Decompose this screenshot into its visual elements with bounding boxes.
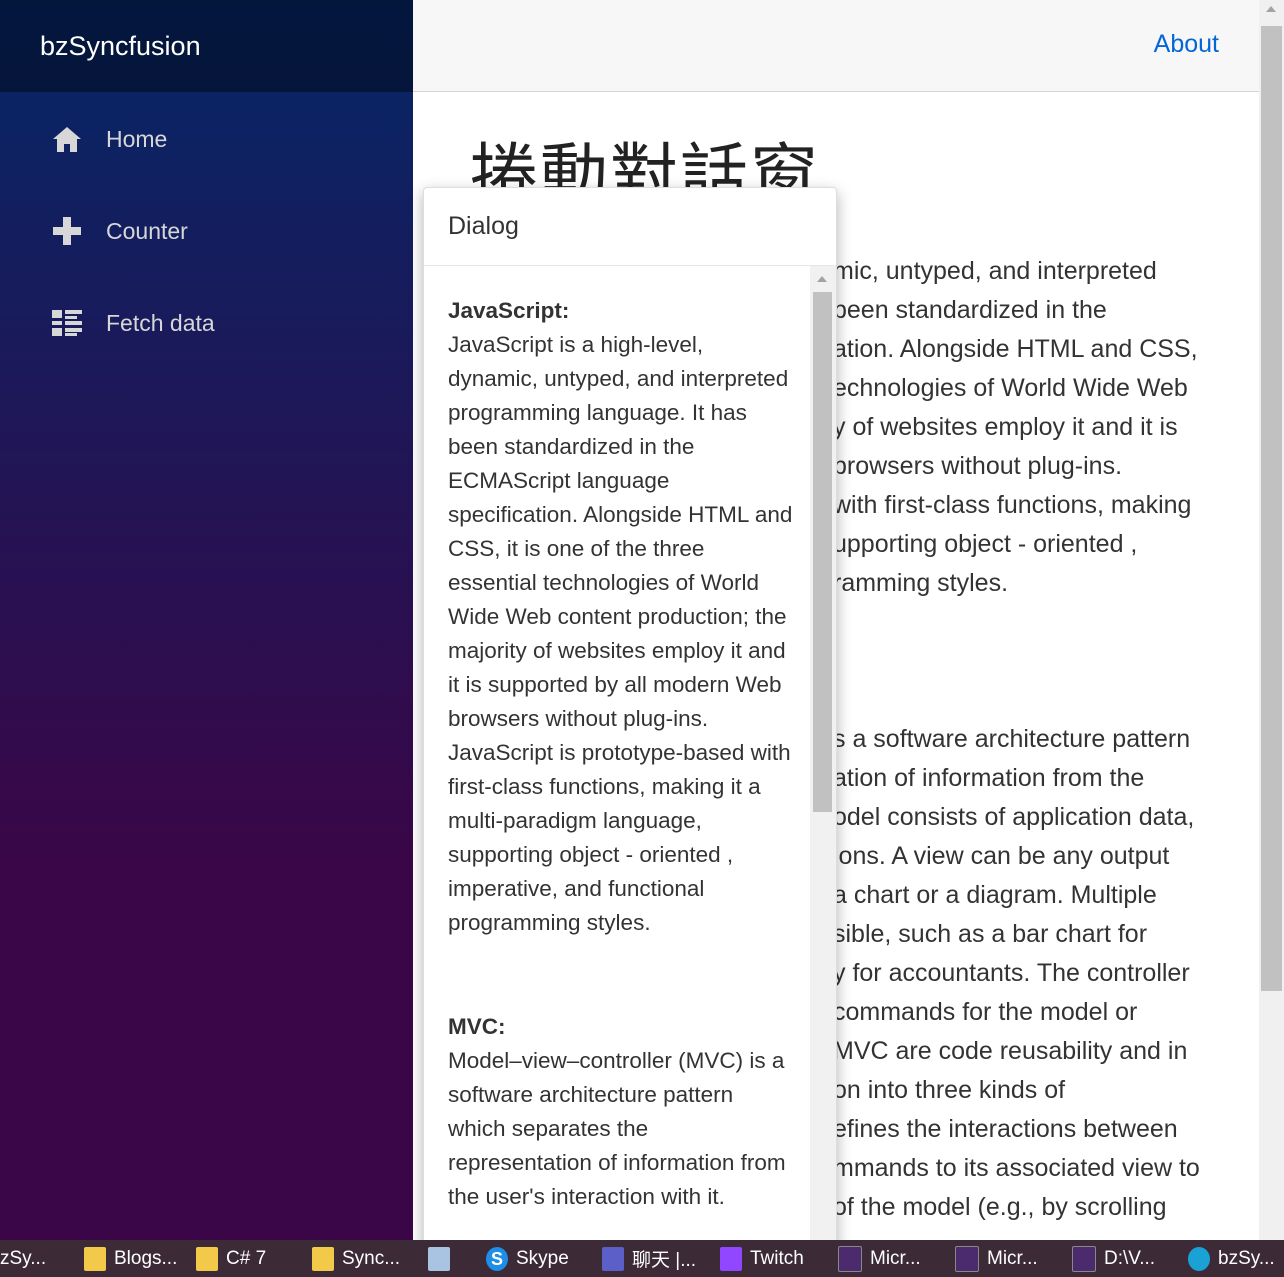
- taskbar-item[interactable]: Twitch: [714, 1240, 832, 1277]
- brand-bar: bzSyncfusion: [0, 0, 413, 92]
- terminal-icon: [955, 1245, 979, 1272]
- dialog-header: Dialog: [424, 188, 836, 266]
- dialog-scrollbar[interactable]: [810, 266, 836, 1248]
- dialog-text-javascript: JavaScript is a high-level, dynamic, unt…: [448, 332, 793, 935]
- scroll-dialog: Dialog JavaScript: JavaScript is a high-…: [423, 187, 837, 1249]
- taskbar-item[interactable]: C# 7: [190, 1240, 306, 1277]
- skype-icon: S: [486, 1246, 508, 1271]
- text-line: odel consists of application data,: [833, 803, 1195, 831]
- text-line: mmands to its associated view to: [833, 1154, 1200, 1182]
- home-icon: [52, 124, 82, 154]
- page-scrollbar-thumb[interactable]: [1261, 26, 1282, 991]
- dialog-term-javascript: JavaScript:: [448, 298, 570, 323]
- sidebar-item-label: Fetch data: [106, 309, 215, 336]
- page-scrollbar[interactable]: [1259, 0, 1284, 1240]
- taskbar-item[interactable]: 聊天 |...: [596, 1240, 714, 1277]
- text-line: been standardized in the: [833, 296, 1107, 324]
- taskbar-item[interactable]: Blogs...: [78, 1240, 190, 1277]
- nav-menu: Home Counter Fetch data: [0, 112, 413, 350]
- taskbar-item[interactable]: zSy...: [0, 1240, 78, 1277]
- edge-icon: [1188, 1246, 1210, 1271]
- terminal-icon: [838, 1245, 862, 1272]
- background-paragraph-javascript: mic, untyped, and interpreted been stand…: [833, 252, 1259, 603]
- text-line: ramming styles.: [833, 569, 1009, 597]
- scroll-up-icon[interactable]: [1266, 6, 1276, 12]
- plus-icon: [52, 216, 82, 246]
- text-line: s a software architecture pattern: [833, 725, 1191, 753]
- taskbar-item-label: zSy...: [0, 1247, 47, 1269]
- text-line: y of websites employ it and it is: [833, 413, 1178, 441]
- list-icon: [52, 308, 82, 338]
- terminal-icon: [1072, 1245, 1096, 1272]
- taskbar-item-label: Skype: [516, 1247, 569, 1269]
- sidebar: bzSyncfusion Home Counter Fetch data: [0, 0, 413, 1240]
- scroll-up-icon[interactable]: [817, 276, 827, 282]
- taskbar-item[interactable]: bzSy...: [1182, 1240, 1275, 1277]
- text-line: ions. A view can be any output: [833, 842, 1170, 870]
- taskbar-item-label: Twitch: [750, 1247, 804, 1269]
- twitch-icon: [720, 1246, 742, 1271]
- sidebar-item-counter[interactable]: Counter: [0, 204, 413, 258]
- taskbar-item-label: Sync...: [342, 1247, 401, 1269]
- taskbar-item-label: Micr...: [987, 1247, 1038, 1269]
- brand-link[interactable]: bzSyncfusion: [40, 31, 201, 62]
- sidebar-item-label: Counter: [106, 217, 188, 244]
- text-line: efines the interactions between: [833, 1115, 1178, 1143]
- text-line: with first-class functions, making: [833, 491, 1192, 519]
- text-line: mic, untyped, and interpreted: [833, 257, 1157, 285]
- taskbar-item[interactable]: Sync...: [306, 1240, 422, 1277]
- text-line: ation. Alongside HTML and CSS,: [833, 335, 1198, 363]
- dialog-term-mvc: MVC:: [448, 1014, 506, 1039]
- folder-icon: [312, 1246, 334, 1271]
- taskbar-item[interactable]: [422, 1240, 480, 1277]
- folder-icon: [196, 1246, 218, 1271]
- sidebar-item-home[interactable]: Home: [0, 112, 413, 166]
- teams-icon: [602, 1246, 624, 1271]
- text-line: of the model (e.g., by scrolling: [833, 1193, 1167, 1221]
- dialog-body[interactable]: JavaScript: JavaScript is a high-level, …: [424, 266, 810, 1248]
- taskbar-item-label: D:\V...: [1104, 1247, 1156, 1269]
- about-link[interactable]: About: [1154, 30, 1219, 59]
- taskbar-item-label: Blogs...: [114, 1247, 178, 1269]
- top-row: About: [413, 0, 1259, 92]
- taskbar-item[interactable]: S Skype: [480, 1240, 596, 1277]
- background-paragraph-mvc: s a software architecture pattern ation …: [833, 720, 1259, 1227]
- taskbar-item[interactable]: D:\V...: [1066, 1240, 1182, 1277]
- taskbar-item-label: 聊天 |...: [632, 1250, 697, 1271]
- taskbar-item[interactable]: Micr...: [832, 1240, 949, 1277]
- dialog-title: Dialog: [448, 212, 519, 240]
- taskbar-item[interactable]: Micr...: [949, 1240, 1066, 1277]
- text-line: y for accountants. The controller: [833, 959, 1190, 987]
- taskbar-item-label: C# 7: [226, 1247, 267, 1269]
- text-line: browsers without plug-ins.: [833, 452, 1123, 480]
- taskbar-item-label: bzSy...: [1218, 1247, 1275, 1269]
- dialog-scrollbar-thumb[interactable]: [813, 292, 832, 812]
- sidebar-item-fetch-data[interactable]: Fetch data: [0, 296, 413, 350]
- text-line: commands for the model or: [833, 998, 1138, 1026]
- dialog-text-mvc: Model–view–controller (MVC) is a softwar…: [448, 1048, 786, 1209]
- text-line: sible, such as a bar chart for: [833, 920, 1148, 948]
- folder-icon: [84, 1246, 106, 1271]
- text-line: echnologies of World Wide Web: [833, 374, 1188, 402]
- taskbar-item-label: Micr...: [870, 1247, 921, 1269]
- text-line: on into three kinds of: [833, 1076, 1066, 1104]
- app-icon: [428, 1246, 450, 1271]
- taskbar: zSy... Blogs... C# 7 Sync... S Skype 聊天 …: [0, 1240, 1284, 1277]
- text-line: upporting object - oriented ,: [833, 530, 1138, 558]
- text-line: ation of information from the: [833, 764, 1145, 792]
- text-line: MVC are code reusability and in: [833, 1037, 1188, 1065]
- text-line: a chart or a diagram. Multiple: [833, 881, 1157, 909]
- sidebar-item-label: Home: [106, 125, 168, 152]
